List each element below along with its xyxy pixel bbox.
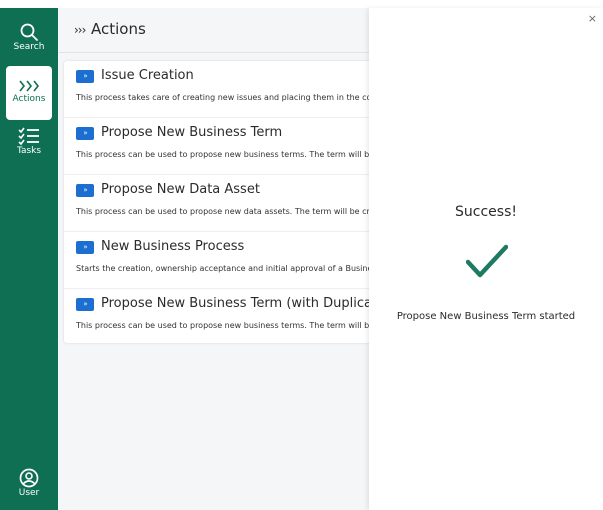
action-badge-icon: »: [76, 184, 94, 197]
success-title: Success!: [455, 204, 517, 220]
nav-tasks-label: Tasks: [16, 146, 42, 156]
action-badge-icon: »: [76, 127, 94, 140]
page-title: Actions: [91, 20, 146, 38]
success-message: Propose New Business Term started: [396, 311, 576, 322]
user-circle-icon: [19, 468, 39, 488]
action-title[interactable]: New Business Process: [101, 239, 244, 254]
action-description: This process takes care of creating new …: [76, 93, 372, 102]
nav-search[interactable]: Search: [0, 20, 58, 66]
nav-user-label: User: [18, 488, 40, 498]
search-icon: [20, 23, 38, 41]
action-badge-icon: »: [76, 298, 94, 311]
actions-header-icon: ›››: [74, 23, 86, 37]
action-title[interactable]: Issue Creation: [101, 68, 194, 83]
action-title[interactable]: Propose New Data Asset: [101, 182, 260, 197]
nav-actions[interactable]: Actions: [6, 66, 52, 120]
checkmark-icon: [466, 244, 508, 278]
action-description: This process can be used to propose new …: [76, 321, 370, 330]
success-panel: × Success! Propose New Business Term sta…: [369, 8, 603, 510]
sidebar: Search Actions Tasks User: [0, 8, 58, 510]
checklist-icon: [18, 127, 39, 146]
action-badge-icon: »: [76, 70, 94, 83]
nav-search-label: Search: [13, 42, 45, 52]
chevrons-right-icon: [19, 80, 40, 92]
action-description: Starts the creation, ownership acceptanc…: [76, 264, 373, 273]
action-description: This process can be used to propose new …: [76, 207, 370, 216]
action-title[interactable]: Propose New Business Term: [101, 125, 282, 140]
close-button[interactable]: ×: [588, 12, 597, 25]
action-description: This process can be used to propose new …: [76, 150, 370, 159]
nav-user[interactable]: User: [0, 462, 58, 508]
nav-actions-label: Actions: [12, 94, 46, 104]
nav-tasks[interactable]: Tasks: [0, 120, 58, 166]
action-badge-icon: »: [76, 241, 94, 254]
